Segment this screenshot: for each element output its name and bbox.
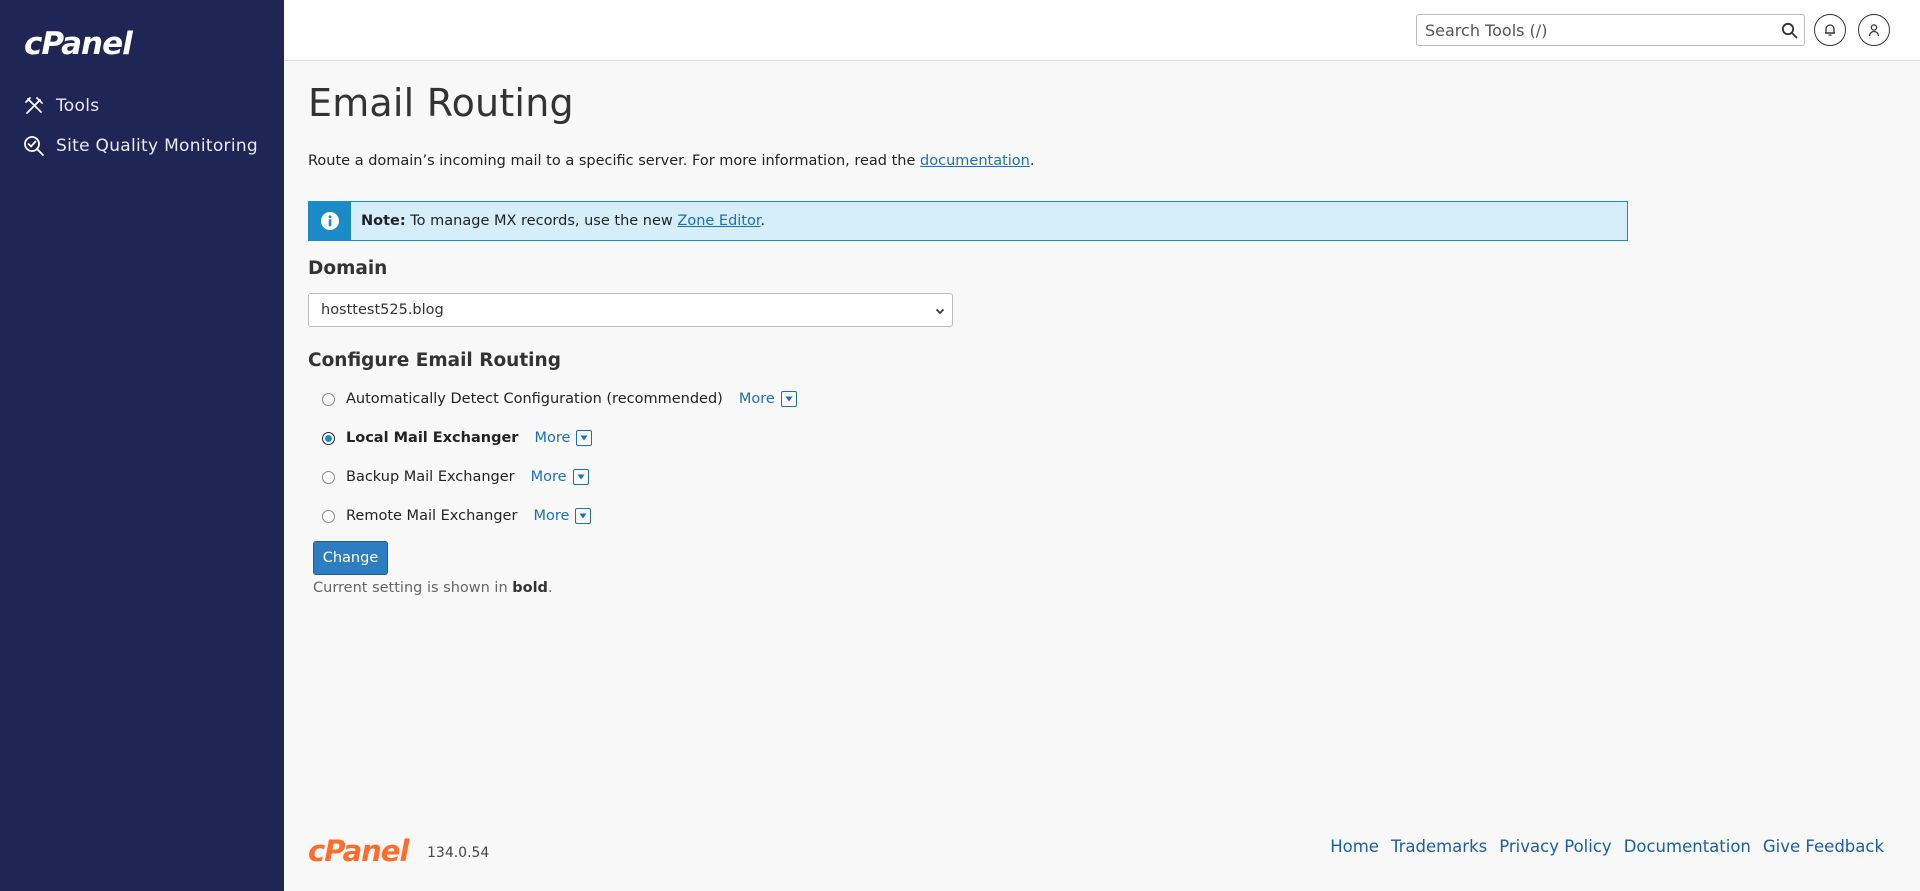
dropdown-arrow-icon xyxy=(575,508,592,524)
sidebar-item-tools[interactable]: Tools xyxy=(22,94,99,118)
radio-remote[interactable] xyxy=(322,509,335,523)
description-suffix: . xyxy=(1029,153,1035,169)
top-header xyxy=(284,0,1920,61)
configure-routing-heading: Configure Email Routing xyxy=(308,350,561,371)
page-title: Email Routing xyxy=(308,81,574,125)
sidebar-item-label: Tools xyxy=(56,96,100,116)
description-text: Route a domain’s incoming mail to a spec… xyxy=(308,153,921,169)
sidebar-item-label: Site Quality Monitoring xyxy=(56,136,259,156)
footer-link-privacy-policy[interactable]: Privacy Policy xyxy=(1499,837,1611,856)
cpanel-logo[interactable]: cPanel xyxy=(24,26,133,62)
radio-label: Backup Mail Exchanger xyxy=(346,469,515,485)
more-label: More xyxy=(534,430,571,446)
page-description: Route a domain’s incoming mail to a spec… xyxy=(308,153,1034,169)
more-label: More xyxy=(533,508,570,524)
search-box xyxy=(1416,14,1805,46)
zone-editor-link[interactable]: Zone Editor xyxy=(677,213,760,229)
tools-icon xyxy=(22,94,46,118)
user-icon xyxy=(1868,24,1880,37)
radio-label: Local Mail Exchanger xyxy=(346,430,519,446)
more-label: More xyxy=(738,391,775,407)
bell-icon xyxy=(1825,24,1835,36)
help-text-suffix: . xyxy=(547,580,553,596)
routing-option-local[interactable]: Local Mail Exchanger More xyxy=(322,430,593,446)
more-label: More xyxy=(530,469,567,485)
footer-links: Home Trademarks Privacy Policy Documenta… xyxy=(1330,837,1884,856)
notifications-button[interactable] xyxy=(1814,14,1846,46)
note-suffix: . xyxy=(760,213,766,229)
dropdown-arrow-icon xyxy=(572,469,589,485)
sidebar-item-site-quality[interactable]: Site Quality Monitoring xyxy=(22,134,258,158)
user-menu-button[interactable] xyxy=(1858,14,1890,46)
sidebar: cPanel Tools Site Quality Monitoring xyxy=(0,0,284,891)
current-setting-help: Current setting is shown in bold. xyxy=(313,580,553,596)
routing-option-backup[interactable]: Backup Mail Exchanger More xyxy=(322,469,589,485)
search-icon[interactable] xyxy=(1781,22,1798,39)
version-number: 134.0.54 xyxy=(427,845,490,861)
domain-select-wrapper: hosttest525.blog xyxy=(308,293,953,327)
help-text-bold: bold xyxy=(512,580,548,596)
more-toggle[interactable]: More xyxy=(533,508,592,524)
more-toggle[interactable]: More xyxy=(534,430,593,446)
domain-heading: Domain xyxy=(308,258,388,279)
footer-cpanel-logo[interactable]: cPanel xyxy=(308,834,409,868)
info-icon xyxy=(321,212,339,230)
radio-local[interactable] xyxy=(322,431,335,445)
info-icon-box xyxy=(309,202,351,240)
note-text: Note: To manage MX records, use the new … xyxy=(351,213,765,229)
note-body: To manage MX records, use the new xyxy=(405,213,678,229)
documentation-link[interactable]: documentation xyxy=(920,153,1030,169)
note-label: Note: xyxy=(361,213,406,229)
change-button[interactable]: Change xyxy=(313,541,388,575)
footer-link-trademarks[interactable]: Trademarks xyxy=(1391,837,1487,856)
radio-backup[interactable] xyxy=(322,470,335,484)
more-toggle[interactable]: More xyxy=(531,469,589,485)
footer-link-home[interactable]: Home xyxy=(1330,837,1379,856)
footer-link-give-feedback[interactable]: Give Feedback xyxy=(1763,837,1884,856)
dropdown-arrow-icon xyxy=(576,430,593,446)
radio-label: Automatically Detect Configuration (reco… xyxy=(346,391,723,407)
site-quality-icon xyxy=(22,134,46,158)
dropdown-arrow-icon xyxy=(780,391,797,407)
help-text-prefix: Current setting is shown in xyxy=(313,580,513,596)
radio-auto[interactable] xyxy=(322,392,335,406)
note-callout: Note: To manage MX records, use the new … xyxy=(308,201,1628,241)
radio-label: Remote Mail Exchanger xyxy=(346,508,518,524)
routing-option-auto[interactable]: Automatically Detect Configuration (reco… xyxy=(322,391,797,407)
search-input[interactable] xyxy=(1417,15,1757,45)
routing-option-remote[interactable]: Remote Mail Exchanger More xyxy=(322,508,592,524)
more-toggle[interactable]: More xyxy=(739,391,797,407)
footer-link-documentation[interactable]: Documentation xyxy=(1624,837,1751,856)
domain-select[interactable]: hosttest525.blog xyxy=(309,294,952,326)
